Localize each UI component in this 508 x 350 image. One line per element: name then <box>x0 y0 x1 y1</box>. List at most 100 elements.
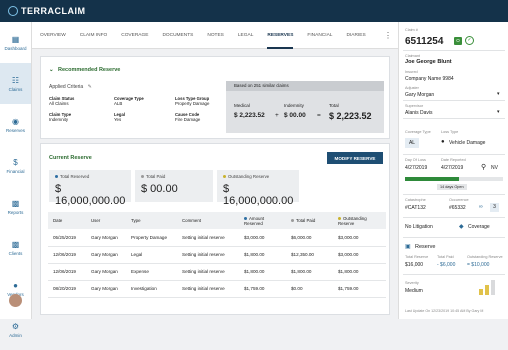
criteria-value: Fire Damage <box>175 117 201 122</box>
total-label: Total <box>329 103 339 108</box>
cell-user: Gary Morgan <box>86 229 126 247</box>
adjuster-select[interactable]: Gary Morgan <box>405 92 434 98</box>
cell-amount-reserved: $1,800.00 <box>239 263 286 281</box>
coverage-type-value: AL <box>405 138 419 148</box>
applied-criteria-label: Applied Criteria <box>49 84 84 90</box>
chevron-down-icon[interactable]: ▾ <box>497 91 500 97</box>
car-icon: ● <box>441 139 445 145</box>
sidebar-item-label: Financial <box>6 168 25 174</box>
claim-status-badge: O <box>454 37 462 45</box>
header-label: Amount Reserved <box>244 215 265 226</box>
criteria-value: Yes <box>114 117 122 122</box>
sidebar-item-reports[interactable]: ▩ Reports <box>0 186 31 227</box>
column-header-amount-reserved[interactable]: Amount Reserved <box>239 212 286 229</box>
sidebar-item-reserves[interactable]: ◉ Reserves <box>0 104 31 145</box>
total-paid-box: Total Paid $ 00.00 <box>135 170 213 202</box>
sidebar-item-label: Admin <box>9 332 22 338</box>
occurrence-value[interactable]: #65332 <box>449 205 466 211</box>
date-reported-value: 4/27/2019 <box>441 165 464 171</box>
claim-number: 6511254 <box>405 36 444 47</box>
indemnity-value: $ 00.00 <box>284 112 306 119</box>
medical-value: $ 2,223.52 <box>234 112 265 119</box>
cell-date: 05/25/2019 <box>48 229 86 247</box>
tab-documents[interactable]: DOCUMENTS <box>162 22 193 49</box>
recommended-reserve-header[interactable]: ⌄ Recommended Reserve <box>49 67 120 73</box>
table-row[interactable]: 12/06/2019 Gary Morgan Legal Setting ini… <box>48 246 386 264</box>
sidebar-item-clients[interactable]: ▩ Clients <box>0 227 31 268</box>
gear-icon: ⚙ <box>11 321 20 331</box>
tab-notes[interactable]: NOTES <box>207 22 224 49</box>
cell-user: Gary Morgan <box>86 246 126 264</box>
outstanding-dot-icon <box>338 216 341 220</box>
cell-total-paid: $1,800.00 <box>286 263 333 281</box>
tab-reserves[interactable]: RESERVES <box>267 22 294 49</box>
tab-overview[interactable]: OVERVIEW <box>40 22 66 49</box>
column-header-user[interactable]: User <box>86 212 126 229</box>
outstanding-reserve-box: Outstanding Reserve $ 16,000,000.00 <box>217 170 299 207</box>
claim-number-label: Claim # <box>405 28 418 32</box>
tab-financial[interactable]: FINANCIAL <box>307 22 332 49</box>
chevron-down-icon: ⌄ <box>49 67 54 73</box>
table-row[interactable]: 08/20/2019 Gary Morgan Investigation Set… <box>48 280 386 298</box>
table-row[interactable]: 05/25/2019 Gary Morgan Property Damage S… <box>48 229 386 247</box>
total-paid-label: Total Paid <box>437 255 454 259</box>
column-header-type[interactable]: Type <box>126 212 177 229</box>
outstanding-label: Outstanding Reserve <box>228 174 270 179</box>
reserved-dot-icon <box>55 175 58 179</box>
indemnity-label: Indemnity <box>284 103 304 108</box>
coverage-link[interactable]: Coverage <box>468 224 490 230</box>
header-label: Total Paid <box>296 218 316 223</box>
sidebar-item-dashboard[interactable]: ▦ Dashboard <box>0 22 31 63</box>
cell-comment: Setting initial reserve <box>177 229 239 247</box>
loss-type-label: Loss Type <box>441 130 459 134</box>
reserved-dot-icon <box>244 216 247 220</box>
tab-claim-info[interactable]: CLAIM INFO <box>80 22 107 49</box>
tab-coverage[interactable]: COVERAGE <box>121 22 148 49</box>
insured-label: Insured <box>405 70 418 74</box>
cell-date: 12/06/2019 <box>48 246 86 264</box>
days-open-bar <box>405 177 503 181</box>
criteria-value: ALB <box>114 101 123 106</box>
catastrophe-label: Catastrophe <box>405 198 426 202</box>
cell-comment: Setting initial reserve <box>177 280 239 298</box>
shield-icon: ◆ <box>459 224 464 230</box>
plus-sign: + <box>275 112 279 119</box>
modify-reserve-button[interactable]: MODIFY RESERVE <box>327 152 383 164</box>
sidebar-item-label: Reserves <box>5 127 25 133</box>
claimant-name[interactable]: Joe George Blunt <box>405 59 452 65</box>
reserve-table: Date User Type Comment Amount Reserved T… <box>48 212 386 298</box>
total-reserve-value: $16,000 <box>405 262 424 268</box>
insured-name: Company Name 9984 <box>405 76 454 82</box>
cell-total-paid: $12,350.00 <box>286 246 333 264</box>
criteria-value: Property Damage <box>175 101 210 106</box>
tab-legal[interactable]: LEGAL <box>238 22 253 49</box>
cell-outstanding: $1,800.00 <box>333 263 386 281</box>
reserves-icon: ◉ <box>12 116 19 126</box>
tab-diaries[interactable]: DIARIES <box>346 22 365 49</box>
more-menu-icon[interactable]: ⋮ <box>384 31 392 40</box>
column-header-total-paid[interactable]: Total Paid <box>286 212 333 229</box>
cell-type: Legal <box>126 246 177 264</box>
total-paid-label: Total Paid <box>146 174 166 179</box>
grid-icon: ▦ <box>11 34 20 44</box>
total-reserved-value: $ 16,000,000.00 <box>55 183 126 207</box>
column-header-date[interactable]: Date <box>48 212 86 229</box>
total-value: $ 2,223.52 <box>329 111 372 121</box>
table-row[interactable]: 12/06/2019 Gary Morgan Expense Setting i… <box>48 263 386 281</box>
sidebar-item-admin[interactable]: ⚙ Admin <box>0 309 31 350</box>
sidebar-item-claims[interactable]: ☷ Claims <box>0 63 31 104</box>
criteria-value: All Claims <box>49 101 69 106</box>
total-paid-value: - $6,000 <box>437 262 456 268</box>
chevron-down-icon[interactable]: ▾ <box>497 109 500 115</box>
days-open-label: 14 days Open <box>437 184 467 190</box>
avatar[interactable] <box>9 294 22 307</box>
supervisor-select[interactable]: Alanis Davis <box>405 110 433 116</box>
catastrophe-value[interactable]: #CAT132 <box>405 205 426 211</box>
edit-icon[interactable]: ✎ <box>88 84 92 90</box>
column-header-comment[interactable]: Comment <box>177 212 239 229</box>
link-icon[interactable]: ∞ <box>479 204 483 210</box>
column-header-outstanding[interactable]: Outstanding Reserve <box>333 212 386 229</box>
sidebar-item-financial[interactable]: $ Financial <box>0 145 31 186</box>
cell-amount-reserved: $1,800.00 <box>239 246 286 264</box>
top-bar: TERRACLAIM <box>0 0 508 22</box>
